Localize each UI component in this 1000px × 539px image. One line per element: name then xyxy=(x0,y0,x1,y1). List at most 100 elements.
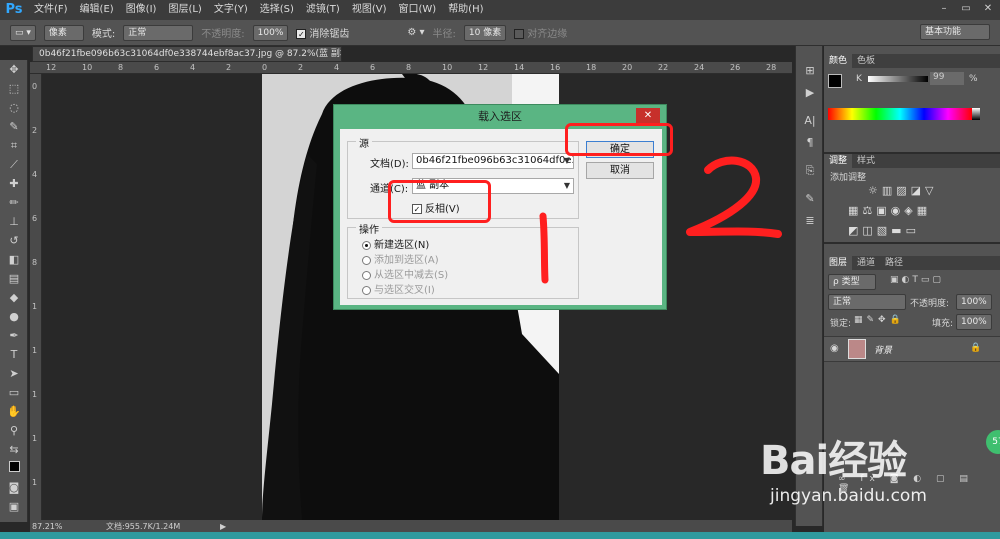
eyedropper-tool-icon[interactable]: ⟋ xyxy=(0,155,28,174)
brush-panel-icon[interactable]: ≣ xyxy=(796,210,824,232)
menu-image[interactable]: 图像(I) xyxy=(120,0,163,20)
healing-tool-icon[interactable]: ✚ xyxy=(0,174,28,193)
crop-tool-icon[interactable]: ⌗ xyxy=(0,136,28,155)
tab-paths[interactable]: 路径 xyxy=(880,256,908,270)
path-select-icon[interactable]: ➤ xyxy=(0,364,28,383)
color-panel-tabs: 颜色 色板 xyxy=(824,54,1000,68)
color-swatches-icon[interactable] xyxy=(0,459,28,478)
grayscale-ramp[interactable] xyxy=(972,108,980,120)
document-dropdown[interactable]: 0b46f21fbe096b63c31064df0e3... ▼ xyxy=(412,153,574,169)
fill-input[interactable]: 100% xyxy=(956,314,992,330)
layer-filter-icons[interactable]: ▣◐T▭▢ xyxy=(890,275,944,285)
tool-preset-picker[interactable]: ▭ ▾ xyxy=(10,24,36,41)
tab-styles[interactable]: 样式 xyxy=(852,154,880,168)
menu-file[interactable]: 文件(F) xyxy=(28,0,74,20)
menu-help[interactable]: 帮助(H) xyxy=(442,0,489,20)
maximize-button[interactable]: ▭ xyxy=(958,2,974,16)
layer-row-background[interactable]: ◉ 背景 🔒 xyxy=(824,336,1000,362)
ruler-tick-label: 28 xyxy=(766,63,777,72)
gear-icon[interactable]: ⚙ ▾ xyxy=(407,27,424,38)
visibility-eye-icon[interactable]: ◉ xyxy=(830,343,839,354)
eraser-tool-icon[interactable]: ◧ xyxy=(0,250,28,269)
marquee-tool-icon[interactable]: ⬚ xyxy=(0,79,28,98)
radio-new-selection[interactable]: 新建选区(N) xyxy=(362,236,429,251)
windows-taskbar xyxy=(0,532,1000,539)
ruler-tick-label: 10 xyxy=(82,63,93,72)
adjustment-icons-row-1[interactable]: ☼▥▨◪▽ xyxy=(868,184,938,197)
status-bar: 87.21% 文档:955.7K/1.24M ▶ xyxy=(30,520,792,532)
move-tool-icon[interactable]: ✥ xyxy=(0,60,28,79)
color-spectrum-bar[interactable] xyxy=(828,108,972,120)
menu-filter[interactable]: 滤镜(T) xyxy=(300,0,346,20)
lock-label: 锁定: xyxy=(830,319,852,329)
adjustment-icons-row-2[interactable]: ▦⚖▣◉◈▦ xyxy=(848,204,931,217)
layer-name: 背景 xyxy=(874,346,893,356)
mode-dropdown[interactable]: 正常 xyxy=(123,24,194,41)
history-panel-icon[interactable]: ⊞ xyxy=(796,60,824,82)
type-tool-icon[interactable]: T xyxy=(0,345,28,364)
tab-color[interactable]: 颜色 xyxy=(824,54,853,68)
swap-colors-icon[interactable]: ⇆ xyxy=(0,440,28,459)
color-panel: K 99 % xyxy=(824,68,1000,152)
dialog-close-button[interactable]: ✕ xyxy=(636,108,660,124)
opacity-input[interactable]: 100% xyxy=(252,24,289,41)
tab-layers[interactable]: 图层 xyxy=(824,256,853,270)
stamp-tool-icon[interactable]: ⊥ xyxy=(0,212,28,231)
zoom-tool-icon[interactable]: ⚲ xyxy=(0,421,28,440)
ruler-tick-label: 6 xyxy=(370,63,376,72)
radio-empty-icon xyxy=(362,255,371,265)
clone-source-icon[interactable]: ⎘ xyxy=(796,160,824,182)
minimize-button[interactable]: – xyxy=(936,2,952,16)
gradient-tool-icon[interactable]: ▤ xyxy=(0,269,28,288)
ruler-tick-label: 4 xyxy=(190,63,196,72)
tool-presets-icon[interactable]: ✎ xyxy=(796,188,824,210)
tab-channels[interactable]: 通道 xyxy=(852,256,880,270)
hand-tool-icon[interactable]: ✋ xyxy=(0,402,28,421)
menu-edit[interactable]: 编辑(E) xyxy=(74,0,120,20)
ruler-vertical: 0 2 4 6 8 1 1 1 1 1 xyxy=(30,74,42,520)
paragraph-panel-icon[interactable]: ¶ xyxy=(796,132,824,154)
status-menu-arrow-icon[interactable]: ▶ xyxy=(220,522,226,531)
menu-layer[interactable]: 图层(L) xyxy=(162,0,207,20)
feather-unit-dropdown[interactable]: 像素 xyxy=(43,24,84,41)
radius-input[interactable]: 10 像素 xyxy=(463,24,507,41)
shape-tool-icon[interactable]: ▭ xyxy=(0,383,28,402)
layer-filter-dropdown[interactable]: ρ 类型 xyxy=(828,274,876,290)
close-window-button[interactable]: ✕ xyxy=(980,2,996,16)
k-slider[interactable] xyxy=(868,76,928,82)
adjustment-icons-row-3[interactable]: ◩◫▧▬▭ xyxy=(848,224,920,237)
cancel-button[interactable]: 取消 xyxy=(586,162,654,179)
tab-swatches[interactable]: 色板 xyxy=(852,54,880,68)
lock-icons[interactable]: ▦✎✥🔒 xyxy=(854,315,905,325)
brush-tool-icon[interactable]: ✏ xyxy=(0,193,28,212)
actions-panel-icon[interactable]: ▶ xyxy=(796,82,824,104)
radio-intersect-selection[interactable]: 与选区交叉(I) xyxy=(362,281,435,296)
menu-select[interactable]: 选择(S) xyxy=(254,0,300,20)
character-panel-icon[interactable]: A| xyxy=(796,110,824,132)
align-edges-checkbox[interactable]: 对齐边缘 xyxy=(514,25,567,40)
radio-subtract-from-selection[interactable]: 从选区中减去(S) xyxy=(362,266,448,281)
menu-window[interactable]: 窗口(W) xyxy=(392,0,442,20)
k-value-input[interactable]: 99 xyxy=(930,72,964,85)
dodge-tool-icon[interactable]: ● xyxy=(0,307,28,326)
workspace-dropdown[interactable]: 基本功能 xyxy=(920,24,990,40)
radio-add-to-selection[interactable]: 添加到选区(A) xyxy=(362,251,439,266)
tab-adjustments[interactable]: 调整 xyxy=(824,154,853,168)
screen-mode-icon[interactable]: ▣ xyxy=(0,497,28,516)
layer-opacity-input[interactable]: 100% xyxy=(956,294,992,310)
quick-mask-icon[interactable]: ◙ xyxy=(0,478,28,497)
foreground-color-swatch[interactable] xyxy=(828,74,842,88)
ruler-tick-label: 6 xyxy=(154,63,160,72)
blur-tool-icon[interactable]: ◆ xyxy=(0,288,28,307)
menu-type[interactable]: 文字(Y) xyxy=(208,0,254,20)
pen-tool-icon[interactable]: ✒ xyxy=(0,326,28,345)
annotation-box-ok xyxy=(565,123,673,156)
history-brush-icon[interactable]: ↺ xyxy=(0,231,28,250)
lasso-tool-icon[interactable]: ◌ xyxy=(0,98,28,117)
blend-mode-dropdown[interactable]: 正常 xyxy=(828,294,906,310)
menu-view[interactable]: 视图(V) xyxy=(346,0,393,20)
quick-select-tool-icon[interactable]: ✎ xyxy=(0,117,28,136)
ruler-tick-label: 8 xyxy=(406,63,412,72)
document-tab[interactable]: 0b46f21fbe096b63c31064df0e338744ebf8ac37… xyxy=(32,46,342,62)
antialias-checkbox[interactable]: ✓ 消除锯齿 xyxy=(296,25,349,40)
